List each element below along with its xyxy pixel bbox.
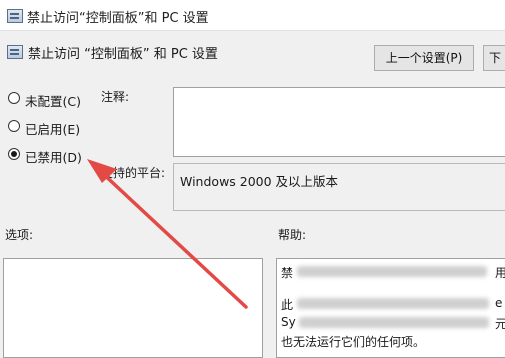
arrow-head — [87, 159, 117, 183]
annotation-arrow — [87, 159, 248, 309]
arrow-shaft — [97, 168, 248, 309]
